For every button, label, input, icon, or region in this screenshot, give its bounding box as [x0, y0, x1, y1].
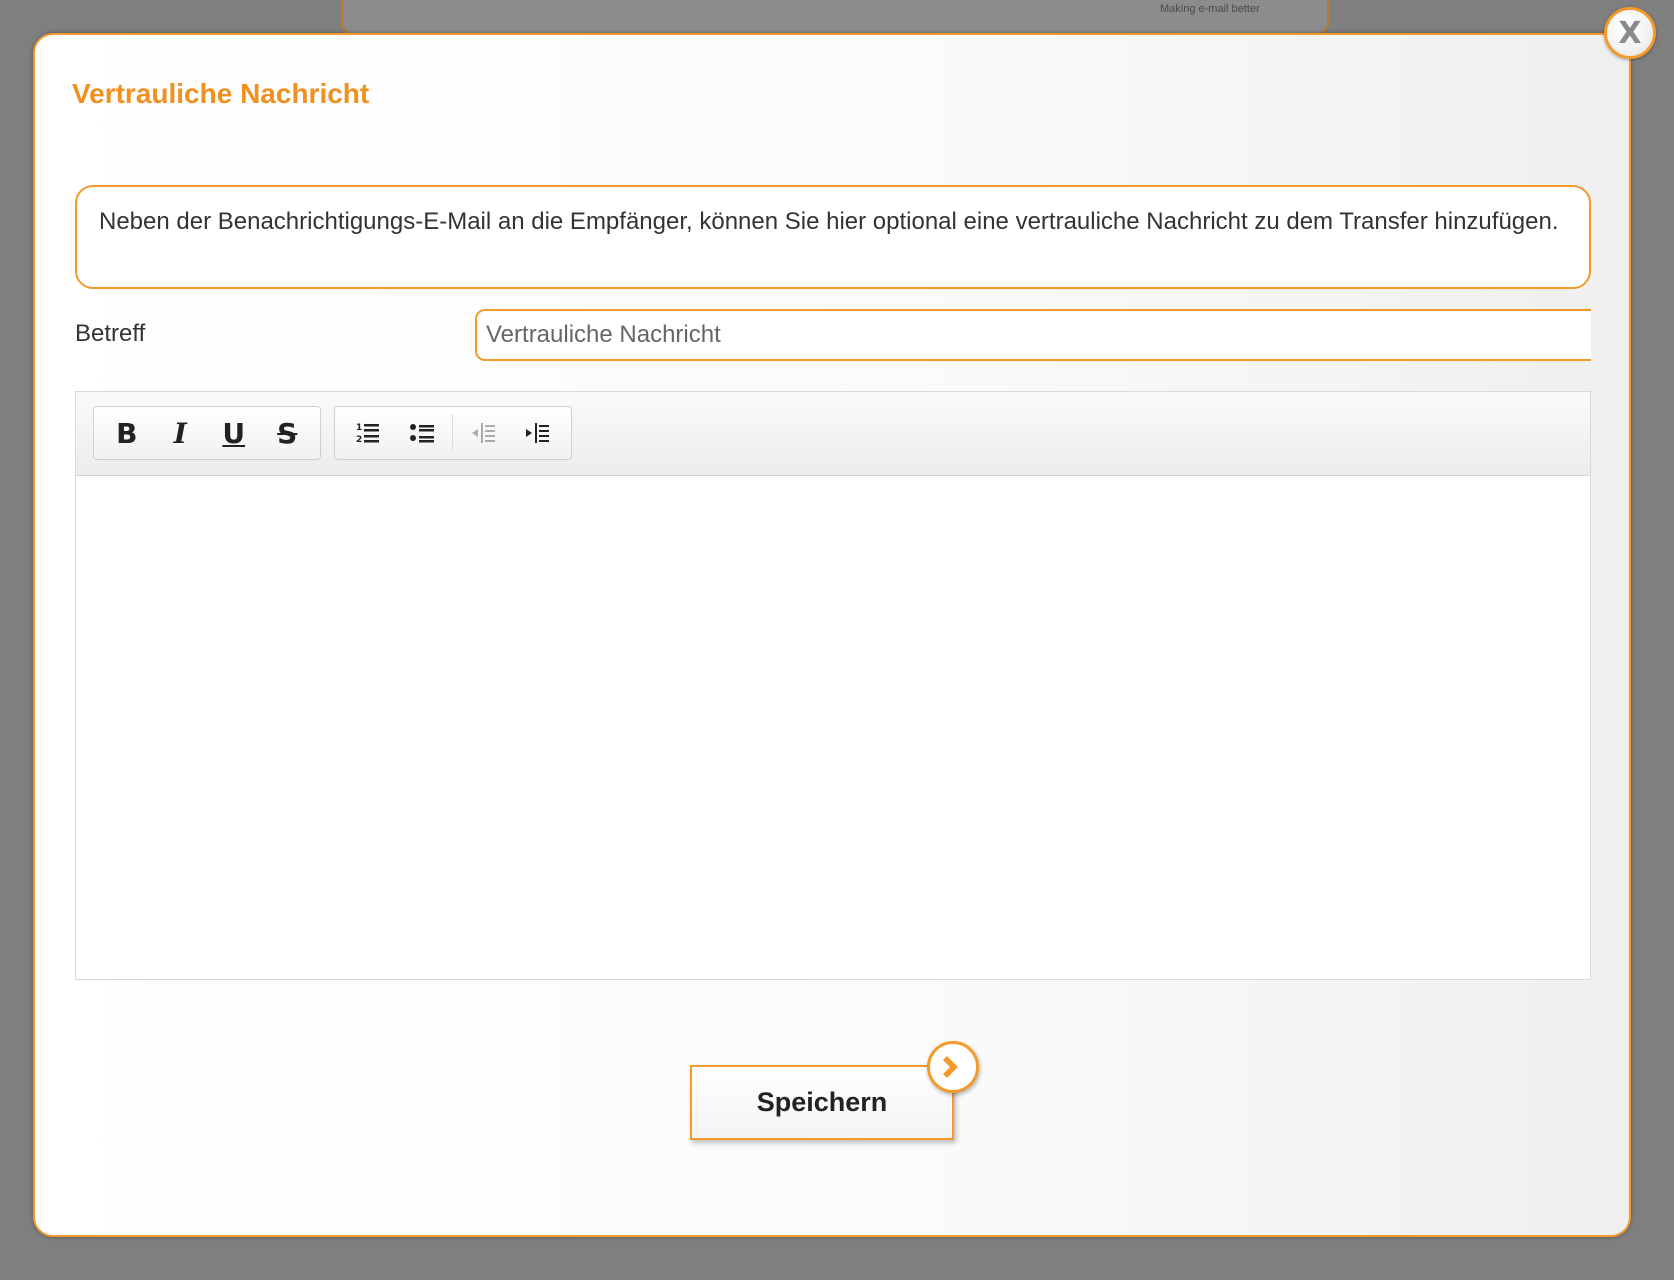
strikethrough-button[interactable]: S [261, 411, 315, 455]
info-text: Neben der Benachrichtigungs-E-Mail an di… [99, 208, 1559, 235]
chevron-right-icon [943, 1056, 958, 1078]
editor-toolbar: B I U S 1 2 [76, 392, 1590, 476]
info-box: Neben der Benachrichtigungs-E-Mail an di… [75, 185, 1591, 289]
ordered-list-button[interactable]: 1 2 [341, 411, 395, 455]
toolbar-separator [452, 414, 453, 452]
ordered-list-icon: 1 2 [356, 423, 379, 445]
indent-button[interactable] [510, 411, 564, 455]
italic-button[interactable]: I [154, 411, 208, 455]
save-arrow-button[interactable] [927, 1041, 979, 1093]
save-button[interactable]: Speichern [690, 1065, 954, 1140]
dialog-title: Vertrauliche Nachricht [72, 78, 370, 109]
close-button[interactable]: X [1604, 7, 1656, 59]
subject-label: Betreff [75, 320, 146, 347]
format-button-group: B I U S [93, 406, 321, 460]
unordered-list-button[interactable] [395, 411, 449, 455]
bold-button[interactable]: B [100, 411, 154, 455]
outdent-icon [472, 423, 495, 443]
message-editor: B I U S 1 2 [75, 391, 1591, 980]
editor-content-area[interactable] [76, 476, 1590, 979]
unordered-list-icon [410, 424, 434, 443]
svg-text:2: 2 [356, 435, 362, 445]
background-tagline: Making e-mail better [1160, 3, 1260, 15]
underline-button[interactable]: U [207, 411, 261, 455]
indent-icon [526, 423, 549, 443]
subject-input[interactable] [475, 309, 1591, 361]
svg-text:1: 1 [356, 423, 362, 433]
list-button-group: 1 2 [334, 406, 572, 460]
outdent-button[interactable] [456, 411, 510, 455]
